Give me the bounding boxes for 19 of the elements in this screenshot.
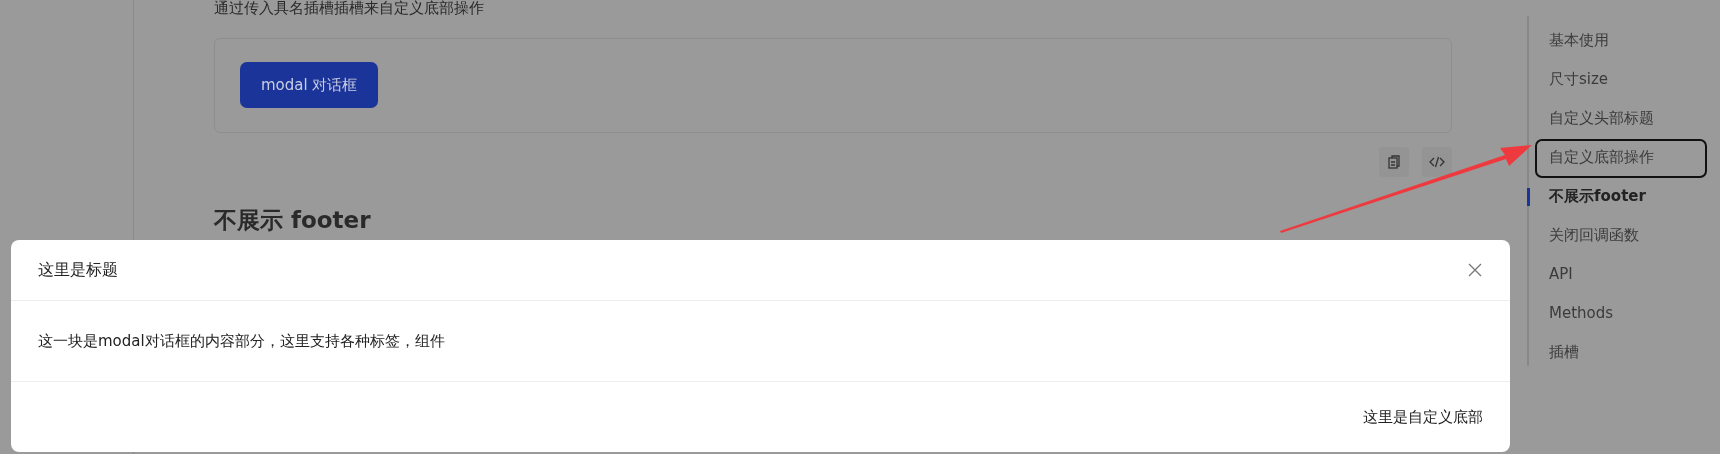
modal-body-text: 这一块是modal对话框的内容部分，这里支持各种标签，组件 bbox=[38, 331, 445, 351]
toc-link[interactable]: 插槽 bbox=[1535, 334, 1707, 373]
copy-icon[interactable] bbox=[1379, 147, 1409, 177]
section-heading: 不展示 footer bbox=[214, 207, 372, 233]
modal-footer-text: 这里是自定义底部 bbox=[1363, 407, 1483, 427]
toc-link[interactable]: 关闭回调函数 bbox=[1535, 217, 1707, 256]
open-modal-button[interactable]: modal 对话框 bbox=[240, 62, 379, 108]
toc-link[interactable]: 不展示footer bbox=[1535, 178, 1707, 217]
section-description: 通过传入具名插槽插槽来自定义底部操作 bbox=[214, 0, 485, 17]
close-icon[interactable] bbox=[1467, 262, 1483, 278]
toc-link[interactable]: 自定义头部标题 bbox=[1535, 100, 1707, 139]
modal-title: 这里是标题 bbox=[38, 259, 118, 281]
toc-link[interactable]: 基本使用 bbox=[1535, 22, 1707, 61]
code-icon[interactable] bbox=[1422, 147, 1452, 177]
toc-link[interactable]: API bbox=[1535, 256, 1707, 295]
toc-link[interactable]: 尺寸size bbox=[1535, 61, 1707, 100]
toc-link[interactable]: 自定义底部操作 bbox=[1535, 139, 1707, 178]
active-indicator bbox=[1527, 187, 1530, 206]
toc-link[interactable]: Methods bbox=[1535, 295, 1707, 334]
